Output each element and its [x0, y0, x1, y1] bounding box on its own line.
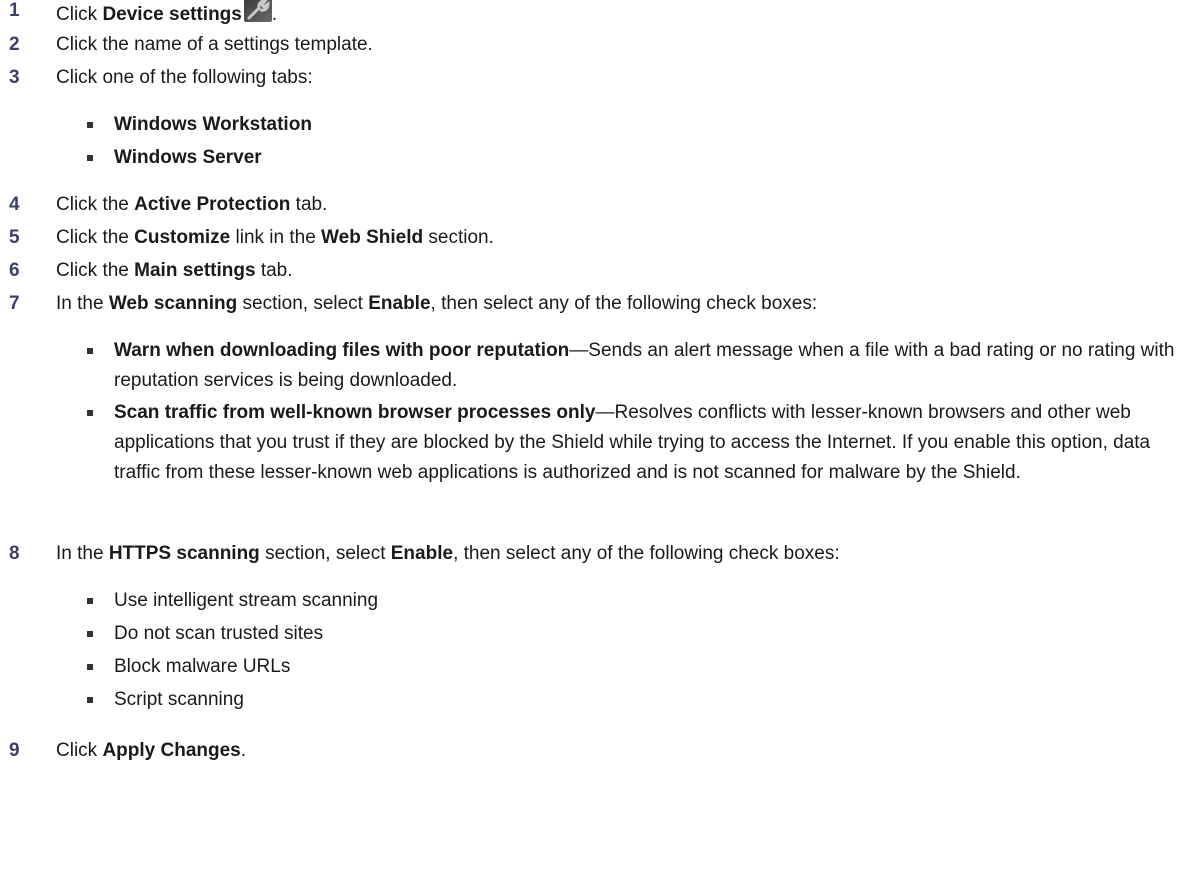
step-text-part: .: [240, 740, 247, 761]
list-item-text: Windows Server: [114, 147, 262, 168]
list-item-text: Script scanning: [114, 689, 244, 710]
instruction-document: 1 Click Device settings. 2 Click the nam…: [0, 0, 1202, 884]
bullet-icon: [87, 348, 93, 354]
step-text-part: Click the: [56, 260, 135, 281]
step-text: Click the Active Protection tab.: [56, 192, 1194, 218]
step-text-part: In the: [56, 543, 109, 564]
step-text-part: tab.: [290, 194, 328, 215]
step-text-part: section.: [423, 227, 494, 248]
step-text: Click Device settings.: [56, 0, 1194, 28]
ui-label: Web Shield: [321, 227, 424, 248]
bullet-icon: [87, 664, 93, 670]
step-number: 9: [9, 740, 20, 761]
list-item-text: Windows Workstation: [114, 114, 312, 135]
ui-label: Enable: [390, 543, 454, 564]
wrench-icon: [243, 0, 272, 22]
step-text-part: Click the name of a settings template.: [56, 34, 373, 55]
list-item-text: Warn when downloading files with poor re…: [114, 340, 1175, 391]
list-item-text: Do not scan trusted sites: [114, 623, 324, 644]
ui-label: Main settings: [134, 260, 256, 281]
ui-label: Apply Changes: [102, 740, 241, 761]
step-text-part: section, select: [259, 543, 391, 564]
ui-label: Web scanning: [108, 293, 238, 314]
list-item-text: Scan traffic from well-known browser pro…: [114, 402, 1151, 483]
bullet-icon: [87, 410, 93, 416]
list-item-text: Block malware URLs: [114, 656, 291, 677]
step-number: 1: [9, 0, 20, 21]
step-text-part: Click one of the following tabs:: [56, 67, 313, 88]
step-text: Click one of the following tabs:: [56, 65, 1194, 91]
ui-label: HTTPS scanning: [108, 543, 260, 564]
step-text: Click the name of a settings template.: [56, 32, 1194, 58]
step-text-part: , then select any of the following check…: [453, 543, 840, 564]
step-number: 8: [9, 543, 20, 564]
step-number: 7: [9, 293, 20, 314]
step-text-part: section, select: [237, 293, 369, 314]
step-text-part: .: [271, 4, 278, 25]
step-number: 2: [9, 34, 20, 55]
step-text: Click the Main settings tab.: [56, 258, 1194, 284]
step-number: 3: [9, 67, 20, 88]
step-text-part: Click: [56, 740, 103, 761]
step-number: 5: [9, 227, 20, 248]
bullet-icon: [87, 697, 93, 703]
ui-label: Device settings: [102, 4, 242, 25]
step-text: In the HTTPS scanning section, select En…: [56, 541, 1194, 567]
step-text: Click Apply Changes.: [56, 738, 1194, 764]
ui-label: Customize: [134, 227, 231, 248]
step-text: In the Web scanning section, select Enab…: [56, 291, 1194, 317]
step-text-part: Click the: [56, 227, 135, 248]
ui-label: Enable: [368, 293, 431, 314]
bullet-icon: [87, 598, 93, 604]
step-text-part: In the: [56, 293, 109, 314]
bullet-icon: [87, 122, 93, 128]
step-text: Click the Customize link in the Web Shie…: [56, 225, 1194, 251]
bullet-icon: [87, 155, 93, 161]
step-text-part: tab.: [255, 260, 293, 281]
step-text-part: Click: [56, 4, 103, 25]
step-text-part: Click the: [56, 194, 135, 215]
step-number: 6: [9, 260, 20, 281]
bullet-icon: [87, 631, 93, 637]
list-item-text: Use intelligent stream scanning: [114, 590, 379, 611]
ui-label: Active Protection: [134, 194, 291, 215]
step-text-part: link in the: [230, 227, 322, 248]
step-text-part: , then select any of the following check…: [430, 293, 818, 314]
step-number: 4: [9, 194, 20, 215]
